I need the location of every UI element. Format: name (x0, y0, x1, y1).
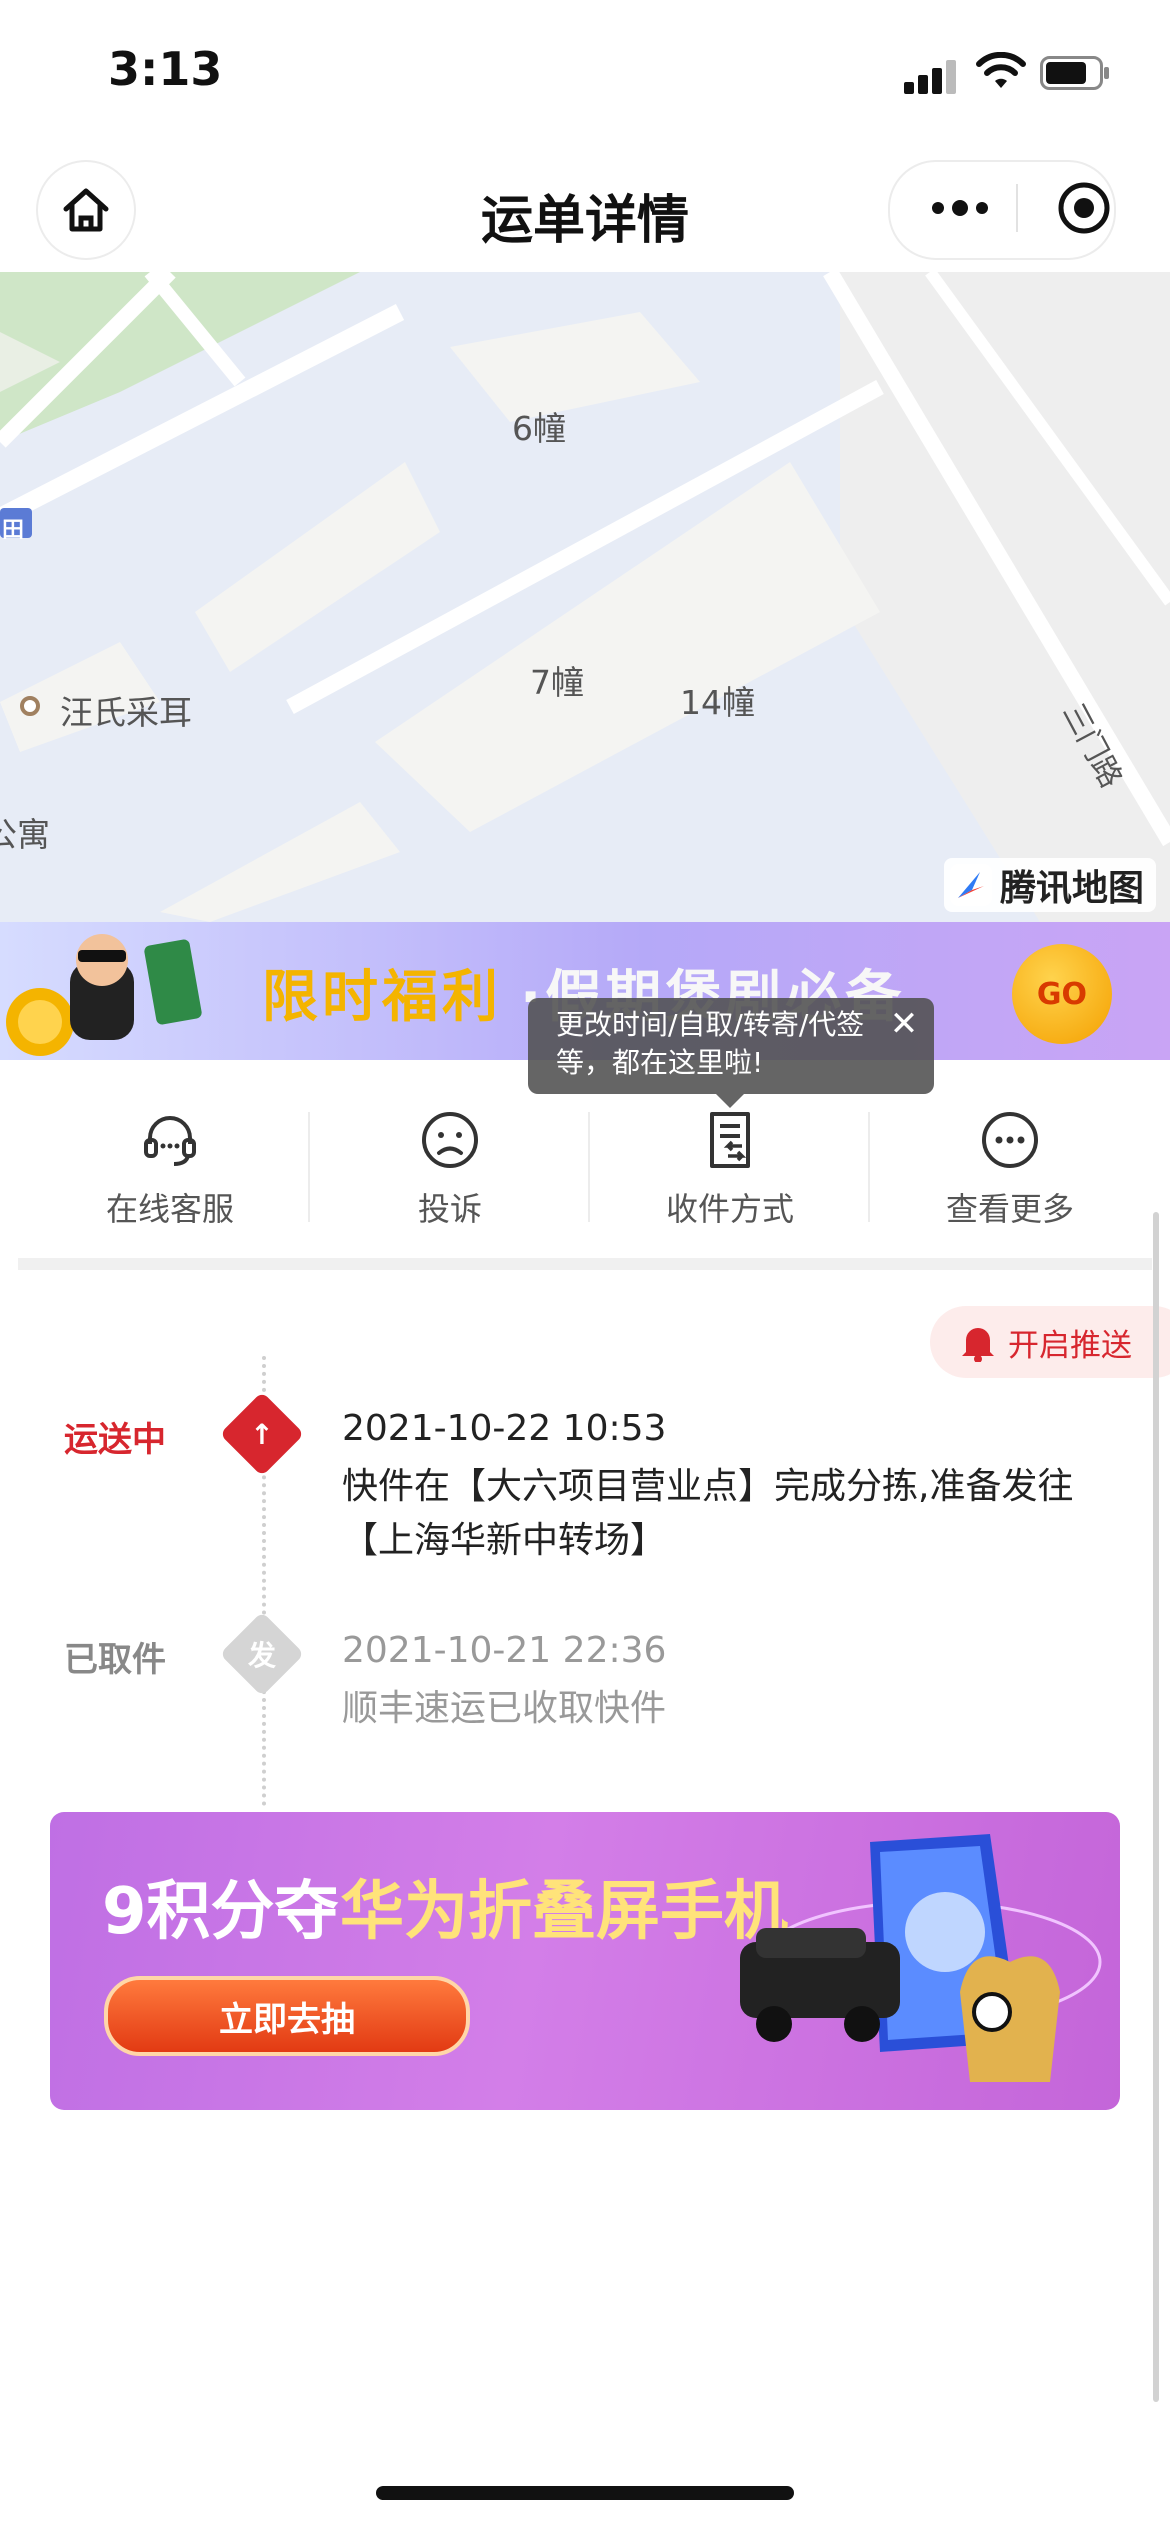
map-label-building-14: 14幢 (680, 683, 755, 722)
close-mini-program-button[interactable] (1048, 172, 1120, 244)
scrollbar[interactable] (1153, 1212, 1159, 2402)
section-divider (18, 1258, 1152, 1270)
status-time: 3:13 (108, 42, 223, 96)
map-label-building-6: 6幢 (512, 409, 566, 448)
more-dots-icon (932, 200, 988, 216)
capsule-divider (1016, 184, 1018, 232)
delivery-map[interactable]: 6幢 7幢 14幢 汪氏采耳 公寓 三门路 田 腾讯地图 (0, 272, 1170, 922)
enable-push-button[interactable]: 开启推送 (930, 1306, 1170, 1378)
map-canvas (0, 272, 1170, 922)
go-label: GO (1036, 976, 1088, 1012)
tencent-map-logo: 腾讯地图 (943, 858, 1156, 912)
map-label-poi[interactable]: 汪氏采耳 (60, 686, 192, 734)
map-brand-text: 腾讯地图 (999, 868, 1144, 909)
action-receive-method[interactable]: 收件方式 (590, 1108, 870, 1238)
wifi-icon (976, 52, 1026, 88)
receive-method-icon (710, 1112, 750, 1168)
tooltip-close-icon[interactable]: ✕ (884, 1004, 924, 1044)
lottery-title-yellow: 华为折叠屏手机 (340, 1875, 788, 1949)
target-icon (1058, 182, 1110, 234)
timeline-description: 快件在【大六项目营业点】完成分拣,准备发往【上海华新中转场】 (342, 1466, 1074, 1561)
map-label-building-7: 7幢 (530, 663, 584, 702)
tooltip-arrow (716, 1094, 744, 1108)
timeline-time: 2021-10-21 22:36 (342, 1630, 667, 1671)
more-options-button[interactable] (920, 180, 1000, 236)
battery-icon (1040, 56, 1109, 90)
action-complaint[interactable]: 投诉 (310, 1108, 590, 1238)
sad-face-icon (422, 1112, 478, 1168)
tooltip-text: 更改时间/自取/转寄/代签等，都在这里啦! (556, 1008, 865, 1079)
action-online-service[interactable]: 在线客服 (30, 1108, 310, 1238)
prize-illustration (740, 1834, 1102, 2082)
action-label: 投诉 (417, 1190, 482, 1228)
action-label: 收件方式 (665, 1190, 794, 1228)
cellular-signal-icon (904, 60, 956, 94)
draw-now-button[interactable]: 立即去抽 (104, 1976, 470, 2056)
timeline-status: 运送中 (64, 1420, 166, 1460)
map-label-apartment: 公寓 (0, 815, 50, 854)
mascot-illustration (6, 934, 202, 1056)
timeline-marker-in-transit: ↑ (219, 1391, 305, 1477)
home-indicator[interactable] (376, 2486, 794, 2500)
arrow-up-icon: ↑ (250, 1417, 274, 1451)
timeline-description: 顺丰速运已收取快件 (342, 1688, 667, 1729)
headset-icon (144, 1116, 196, 1166)
timeline-marker-text: 发 (247, 1639, 276, 1672)
map-label-tag: 田 (2, 518, 25, 543)
more-dots-icon (982, 1112, 1038, 1168)
receive-method-tooltip: 更改时间/自取/转寄/代签等，都在这里啦! ✕ (528, 998, 934, 1094)
promo-title-highlight: 限时福利 (262, 965, 502, 1030)
draw-now-label: 立即去抽 (219, 1999, 355, 2040)
go-badge[interactable]: GO (1012, 944, 1112, 1044)
lottery-banner[interactable]: 9积分夺 华为折叠屏手机 立即去抽 (50, 1812, 1120, 2110)
timeline-marker-picked-up: 发 (219, 1611, 305, 1697)
bell-icon (962, 1328, 994, 1362)
action-label: 查看更多 (945, 1190, 1074, 1228)
action-view-more[interactable]: 查看更多 (870, 1108, 1150, 1238)
timeline-time: 2021-10-22 10:53 (342, 1408, 667, 1449)
timeline-status: 已取件 (64, 1640, 166, 1680)
push-label: 开启推送 (1008, 1327, 1132, 1364)
map-brand-icon (949, 864, 992, 906)
action-label: 在线客服 (105, 1190, 234, 1228)
lottery-title-white: 9积分夺 (102, 1875, 339, 1949)
